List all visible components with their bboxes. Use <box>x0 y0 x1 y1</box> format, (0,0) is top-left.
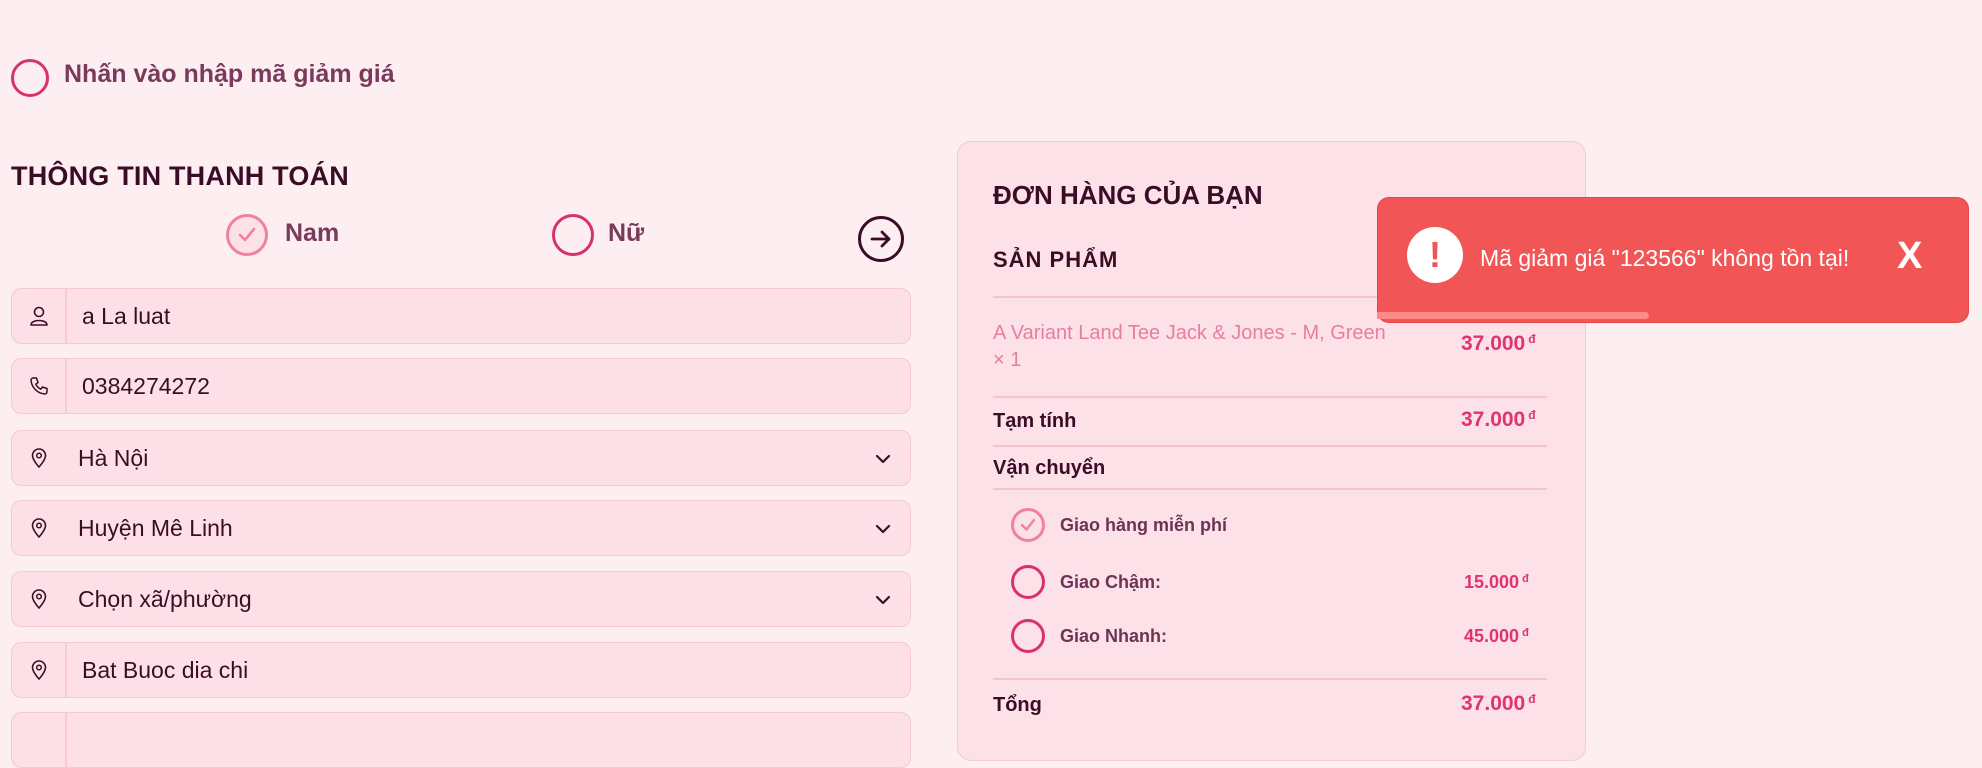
divider <box>993 396 1547 398</box>
location-pin-icon <box>31 589 46 610</box>
gender-label-male: Nam <box>285 219 340 247</box>
location-icon-box <box>12 431 65 485</box>
shipping-option-slow: Giao Chậm: <box>1060 572 1162 592</box>
subtotal-value: 37.000 đ <box>1461 408 1536 431</box>
gender-label-female: Nữ <box>608 219 645 247</box>
shipping-radio-slow[interactable] <box>1011 565 1045 599</box>
field-icon-box <box>12 713 67 767</box>
location-icon-box <box>12 572 65 626</box>
item-name-text: A Variant Land Tee Jack & Jones - M, Gre… <box>993 322 1386 344</box>
province-value: Hà Nội <box>78 445 149 471</box>
order-title: ĐƠN HÀNG CỦA BẠN <box>993 180 1263 210</box>
phone-icon-box <box>12 359 67 413</box>
shipping-label: Vận chuyển <box>993 457 1106 479</box>
arrow-right-icon <box>870 230 891 248</box>
phone-icon <box>29 377 48 395</box>
shipping-option-fast: Giao Nhanh: <box>1060 626 1167 646</box>
address-field[interactable]: Bat Buoc dia chi <box>11 642 911 698</box>
item-qty-text: × 1 <box>993 349 1022 371</box>
location-pin-icon <box>31 448 46 469</box>
location-pin-icon <box>31 660 46 681</box>
product-column-header: SẢN PHẨM <box>993 247 1119 272</box>
coupon-radio[interactable] <box>11 59 49 97</box>
next-field-partial[interactable] <box>11 712 911 768</box>
toast-progress-bar <box>1377 312 1649 319</box>
divider <box>993 678 1547 680</box>
district-select[interactable]: Huyện Mê Linh <box>11 500 911 556</box>
address-value: Bat Buoc dia chi <box>82 657 249 683</box>
ward-select[interactable]: Chọn xã/phường <box>11 571 911 627</box>
checkmark-icon <box>1020 518 1036 531</box>
subtotal-label: Tạm tính <box>993 410 1077 432</box>
total-value: 37.000 đ <box>1461 692 1536 715</box>
chevron-down-icon <box>875 524 891 534</box>
province-select[interactable]: Hà Nội <box>11 430 911 486</box>
shipping-radio-free[interactable] <box>1011 508 1045 542</box>
gender-radio-female[interactable] <box>552 214 594 256</box>
item-price: 37.000 đ <box>1461 332 1536 355</box>
chevron-down-icon <box>875 454 891 464</box>
divider <box>993 445 1547 447</box>
toast-close-button[interactable]: X <box>1897 235 1922 278</box>
shipping-price-slow: 15.000 đ <box>1464 572 1529 592</box>
phone-field[interactable]: 0384274272 <box>11 358 911 414</box>
name-field[interactable]: a La luat <box>11 288 911 344</box>
coupon-toggle-link[interactable]: Nhấn vào nhập mã giảm giá <box>64 60 395 89</box>
billing-title: THÔNG TIN THANH TOÁN <box>11 161 349 191</box>
exclamation-icon: ! <box>1407 227 1463 283</box>
order-item-name[interactable]: A Variant Land Tee Jack & Jones - M, Gre… <box>993 320 1423 374</box>
shipping-price-fast: 45.000 đ <box>1464 626 1529 646</box>
phone-value: 0384274272 <box>82 373 210 399</box>
next-arrow-button[interactable] <box>858 216 904 262</box>
total-label: Tổng <box>993 694 1042 716</box>
divider <box>993 488 1547 490</box>
district-value: Huyện Mê Linh <box>78 515 233 541</box>
user-icon-box <box>12 289 67 343</box>
location-icon-box <box>12 643 67 697</box>
name-value: a La luat <box>82 303 171 329</box>
checkmark-icon <box>238 227 256 242</box>
ward-value: Chọn xã/phường <box>78 586 252 612</box>
gender-radio-male[interactable] <box>226 214 268 256</box>
user-icon <box>29 306 48 326</box>
chevron-down-icon <box>875 595 891 605</box>
toast-message: Mã giảm giá "123566" không tồn tại! <box>1480 245 1850 271</box>
location-icon-box <box>12 501 65 555</box>
shipping-option-free: Giao hàng miễn phí <box>1060 515 1228 535</box>
location-pin-icon <box>31 518 46 539</box>
shipping-radio-fast[interactable] <box>1011 619 1045 653</box>
